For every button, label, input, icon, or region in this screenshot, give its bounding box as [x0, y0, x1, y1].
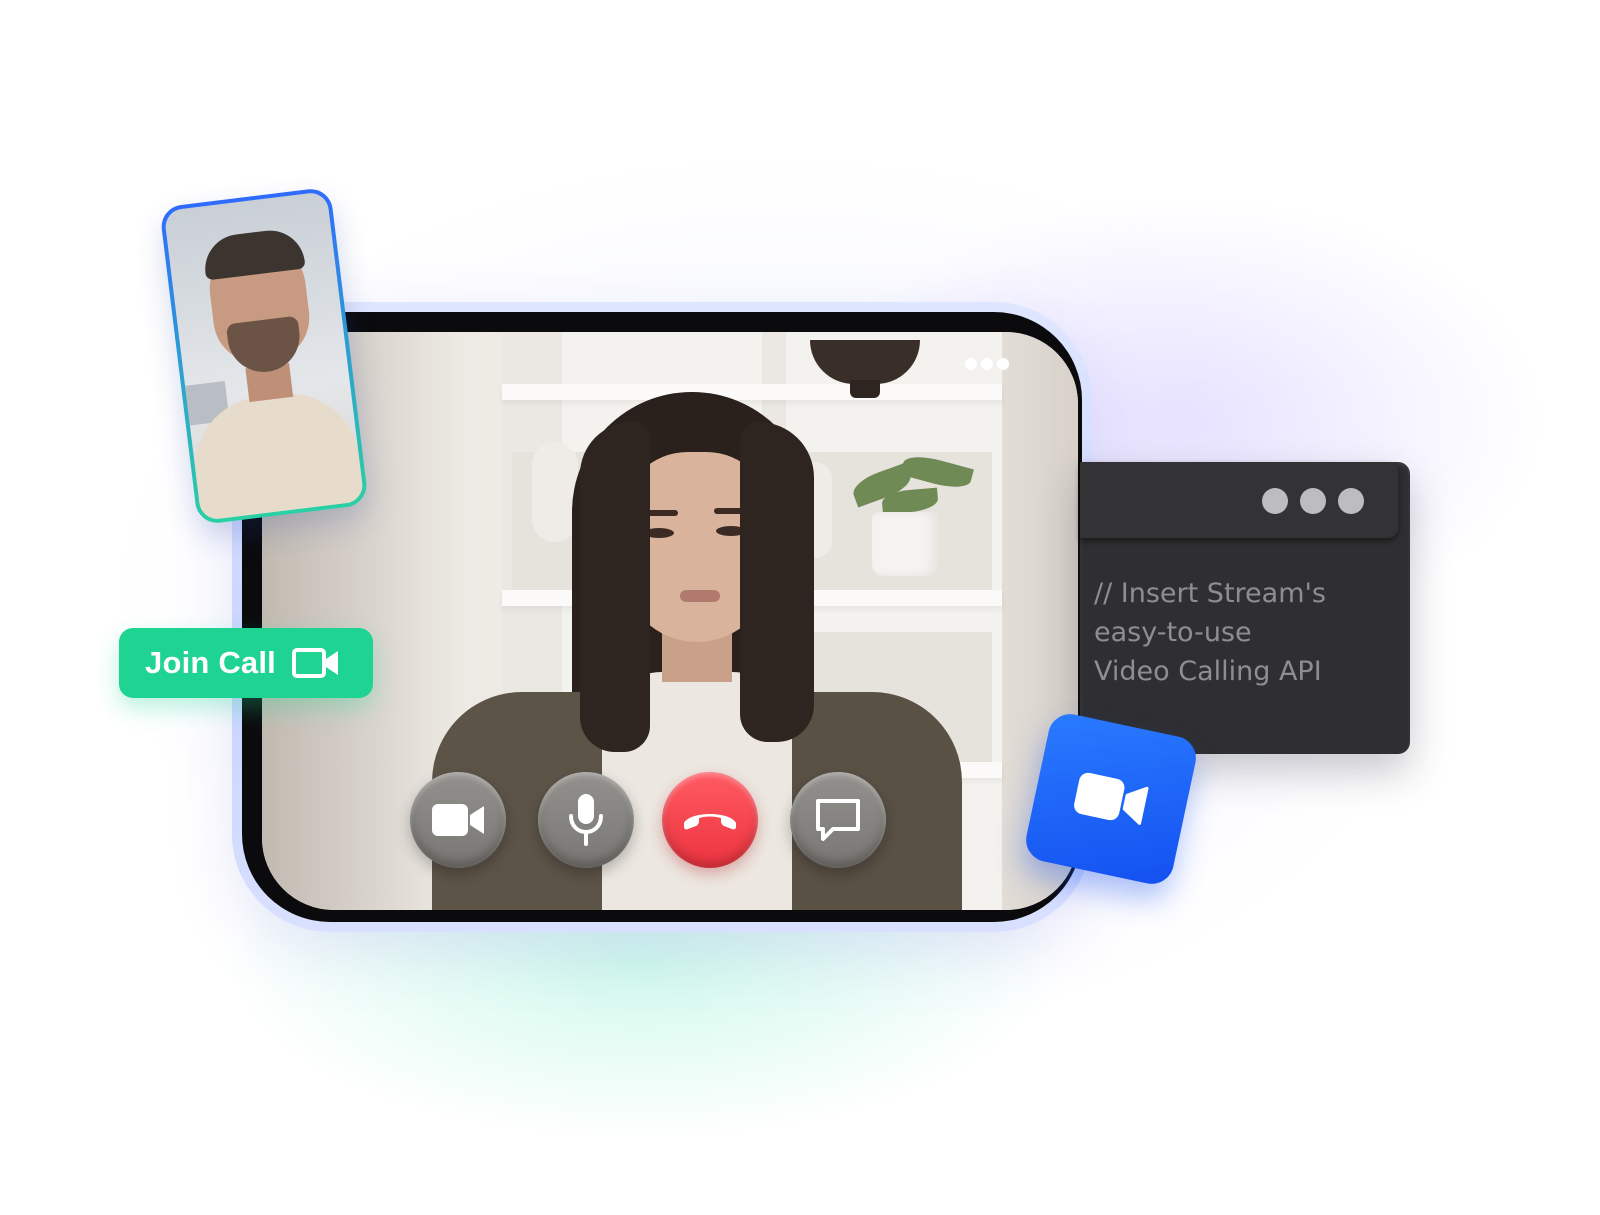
code-comment: // Insert Stream's easy-to-use Video Cal…	[1094, 578, 1326, 687]
mic-toggle-button[interactable]	[538, 772, 634, 868]
phone-hangup-icon	[684, 814, 736, 830]
video-app-tile[interactable]	[1022, 710, 1200, 888]
self-view-video	[163, 191, 365, 521]
chat-button[interactable]	[790, 772, 886, 868]
person-lips	[680, 590, 720, 602]
person-hair	[740, 422, 814, 742]
end-call-button[interactable]	[662, 772, 758, 868]
code-window-titlebar	[1080, 462, 1398, 538]
video-camera-icon	[292, 648, 338, 678]
person-hair	[580, 422, 650, 752]
self-view-card[interactable]	[159, 186, 369, 526]
join-call-button[interactable]: Join Call	[119, 628, 373, 698]
plant-pot	[872, 512, 938, 576]
code-window: // Insert Stream's easy-to-use Video Cal…	[1080, 462, 1410, 754]
more-options-icon[interactable]	[963, 357, 1011, 371]
window-dots-icon	[1262, 488, 1364, 514]
person-beard	[225, 315, 304, 377]
chat-bubble-icon	[816, 799, 860, 841]
shelf-board	[502, 384, 1002, 400]
video-camera-icon	[1074, 772, 1149, 825]
video-camera-icon	[432, 804, 484, 836]
video-toggle-button[interactable]	[410, 772, 506, 868]
decor-bowl-stem	[850, 380, 880, 398]
stage: Join Call // Insert Stream's easy-to-use…	[0, 0, 1600, 1215]
microphone-icon	[569, 794, 603, 846]
join-call-label: Join Call	[145, 645, 276, 680]
